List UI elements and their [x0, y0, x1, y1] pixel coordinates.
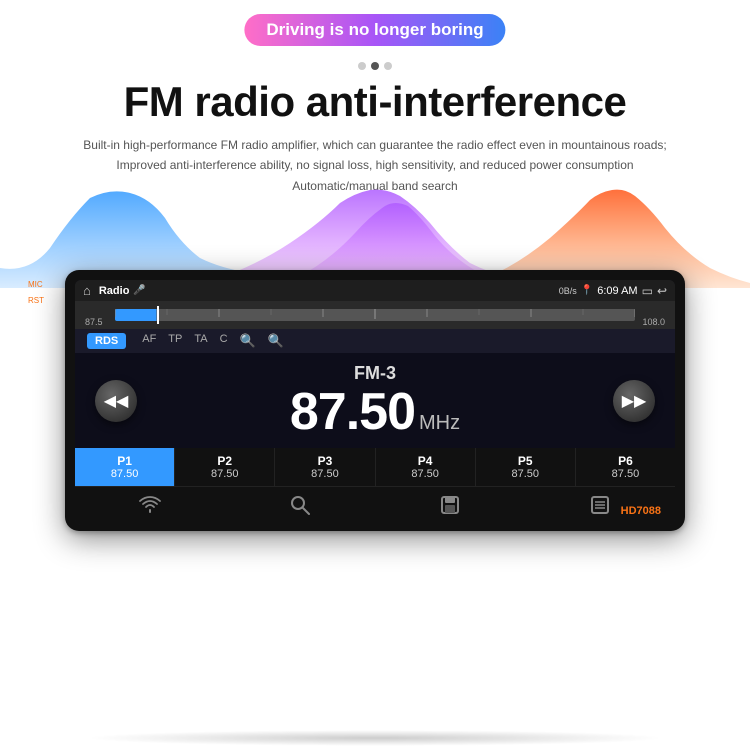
dot-2: [371, 62, 379, 70]
preset-6-name: P6: [580, 454, 671, 468]
rds-row: RDS AF TP TA C 🔍 🔍: [75, 329, 675, 353]
tuner-min: 87.5: [85, 317, 103, 327]
preset-6[interactable]: P6 87.50: [576, 448, 675, 486]
next-button[interactable]: ▶▶: [613, 380, 655, 422]
preset-2-name: P2: [179, 454, 270, 468]
preset-1[interactable]: P1 87.50: [75, 448, 175, 486]
tuner-max: 108.0: [642, 317, 665, 327]
radio-main-display: ◀◀ FM-3 87.50 MHz ▶▶: [75, 353, 675, 448]
rst-label: RST: [28, 296, 44, 305]
tuner-bar[interactable]: [115, 309, 635, 321]
mic-icon: 🎤: [133, 285, 145, 296]
preset-5-name: P5: [480, 454, 571, 468]
nav-save[interactable]: [375, 495, 525, 521]
preset-1-name: P1: [79, 454, 170, 468]
search-icon: [290, 495, 310, 521]
device-mockup: ⌂ Radio 🎤 0B/s 📍 6:09 AM ▭ ↩ 87.5: [65, 270, 685, 531]
preset-4-freq: 87.50: [380, 468, 471, 480]
rds-tp[interactable]: TP: [168, 333, 182, 349]
dot-1: [358, 62, 366, 70]
subtitle: Built-in high-performance FM radio ampli…: [0, 135, 750, 196]
nav-search[interactable]: [225, 495, 375, 521]
status-bar: ⌂ Radio 🎤 0B/s 📍 6:09 AM ▭ ↩: [75, 280, 675, 301]
frequency-number: 87.50: [290, 386, 415, 438]
preset-2-freq: 87.50: [179, 468, 270, 480]
dot-3: [384, 62, 392, 70]
bottom-nav: HD7088: [75, 486, 675, 525]
preset-3[interactable]: P3 87.50: [275, 448, 375, 486]
save-icon: [440, 495, 460, 521]
preset-6-freq: 87.50: [580, 468, 671, 480]
preset-5[interactable]: P5 87.50: [476, 448, 576, 486]
dots-indicator: [358, 62, 392, 70]
fm-label: FM-3: [290, 363, 460, 384]
tuner-scale: 87.5 108.0: [75, 301, 675, 329]
rds-options: AF TP TA C 🔍 🔍: [142, 333, 284, 349]
preset-1-freq: 87.50: [79, 468, 170, 480]
subtitle-line2: Improved anti-interference ability, no s…: [0, 155, 750, 175]
rds-c[interactable]: C: [220, 333, 228, 349]
preset-4[interactable]: P4 87.50: [376, 448, 476, 486]
mic-label: MIC: [28, 280, 43, 289]
menu-icon: [590, 495, 610, 521]
nav-wifi[interactable]: [75, 496, 225, 520]
rds-search2[interactable]: 🔍: [268, 333, 284, 349]
status-time: 6:09 AM: [597, 285, 637, 297]
location-icon: 📍: [581, 285, 593, 296]
presets-row: P1 87.50 P2 87.50 P3 87.50 P4 87.50 P5 8…: [75, 448, 675, 486]
main-heading: FM radio anti-interference: [0, 78, 750, 126]
signal-info: 0B/s: [559, 286, 577, 296]
battery-icon: ▭: [642, 284, 653, 298]
top-badge: Driving is no longer boring: [244, 14, 505, 46]
device-shadow: [85, 730, 665, 746]
subtitle-line1: Built-in high-performance FM radio ampli…: [0, 135, 750, 155]
home-icon[interactable]: ⌂: [83, 283, 91, 298]
app-name: Radio: [99, 285, 130, 297]
preset-3-freq: 87.50: [279, 468, 370, 480]
rds-badge[interactable]: RDS: [87, 333, 126, 349]
prev-button[interactable]: ◀◀: [95, 380, 137, 422]
device-screen: ⌂ Radio 🎤 0B/s 📍 6:09 AM ▭ ↩ 87.5: [75, 280, 675, 525]
frequency-unit: MHz: [419, 412, 460, 435]
rds-ta[interactable]: TA: [194, 333, 207, 349]
brand-label: HD7088: [621, 505, 661, 517]
preset-3-name: P3: [279, 454, 370, 468]
rds-af[interactable]: AF: [142, 333, 156, 349]
rds-search1[interactable]: 🔍: [240, 333, 256, 349]
frequency-display: FM-3 87.50 MHz: [290, 363, 460, 438]
wifi-icon: [139, 496, 161, 520]
back-icon[interactable]: ↩: [657, 284, 667, 298]
preset-2[interactable]: P2 87.50: [175, 448, 275, 486]
preset-5-freq: 87.50: [480, 468, 571, 480]
preset-4-name: P4: [380, 454, 471, 468]
